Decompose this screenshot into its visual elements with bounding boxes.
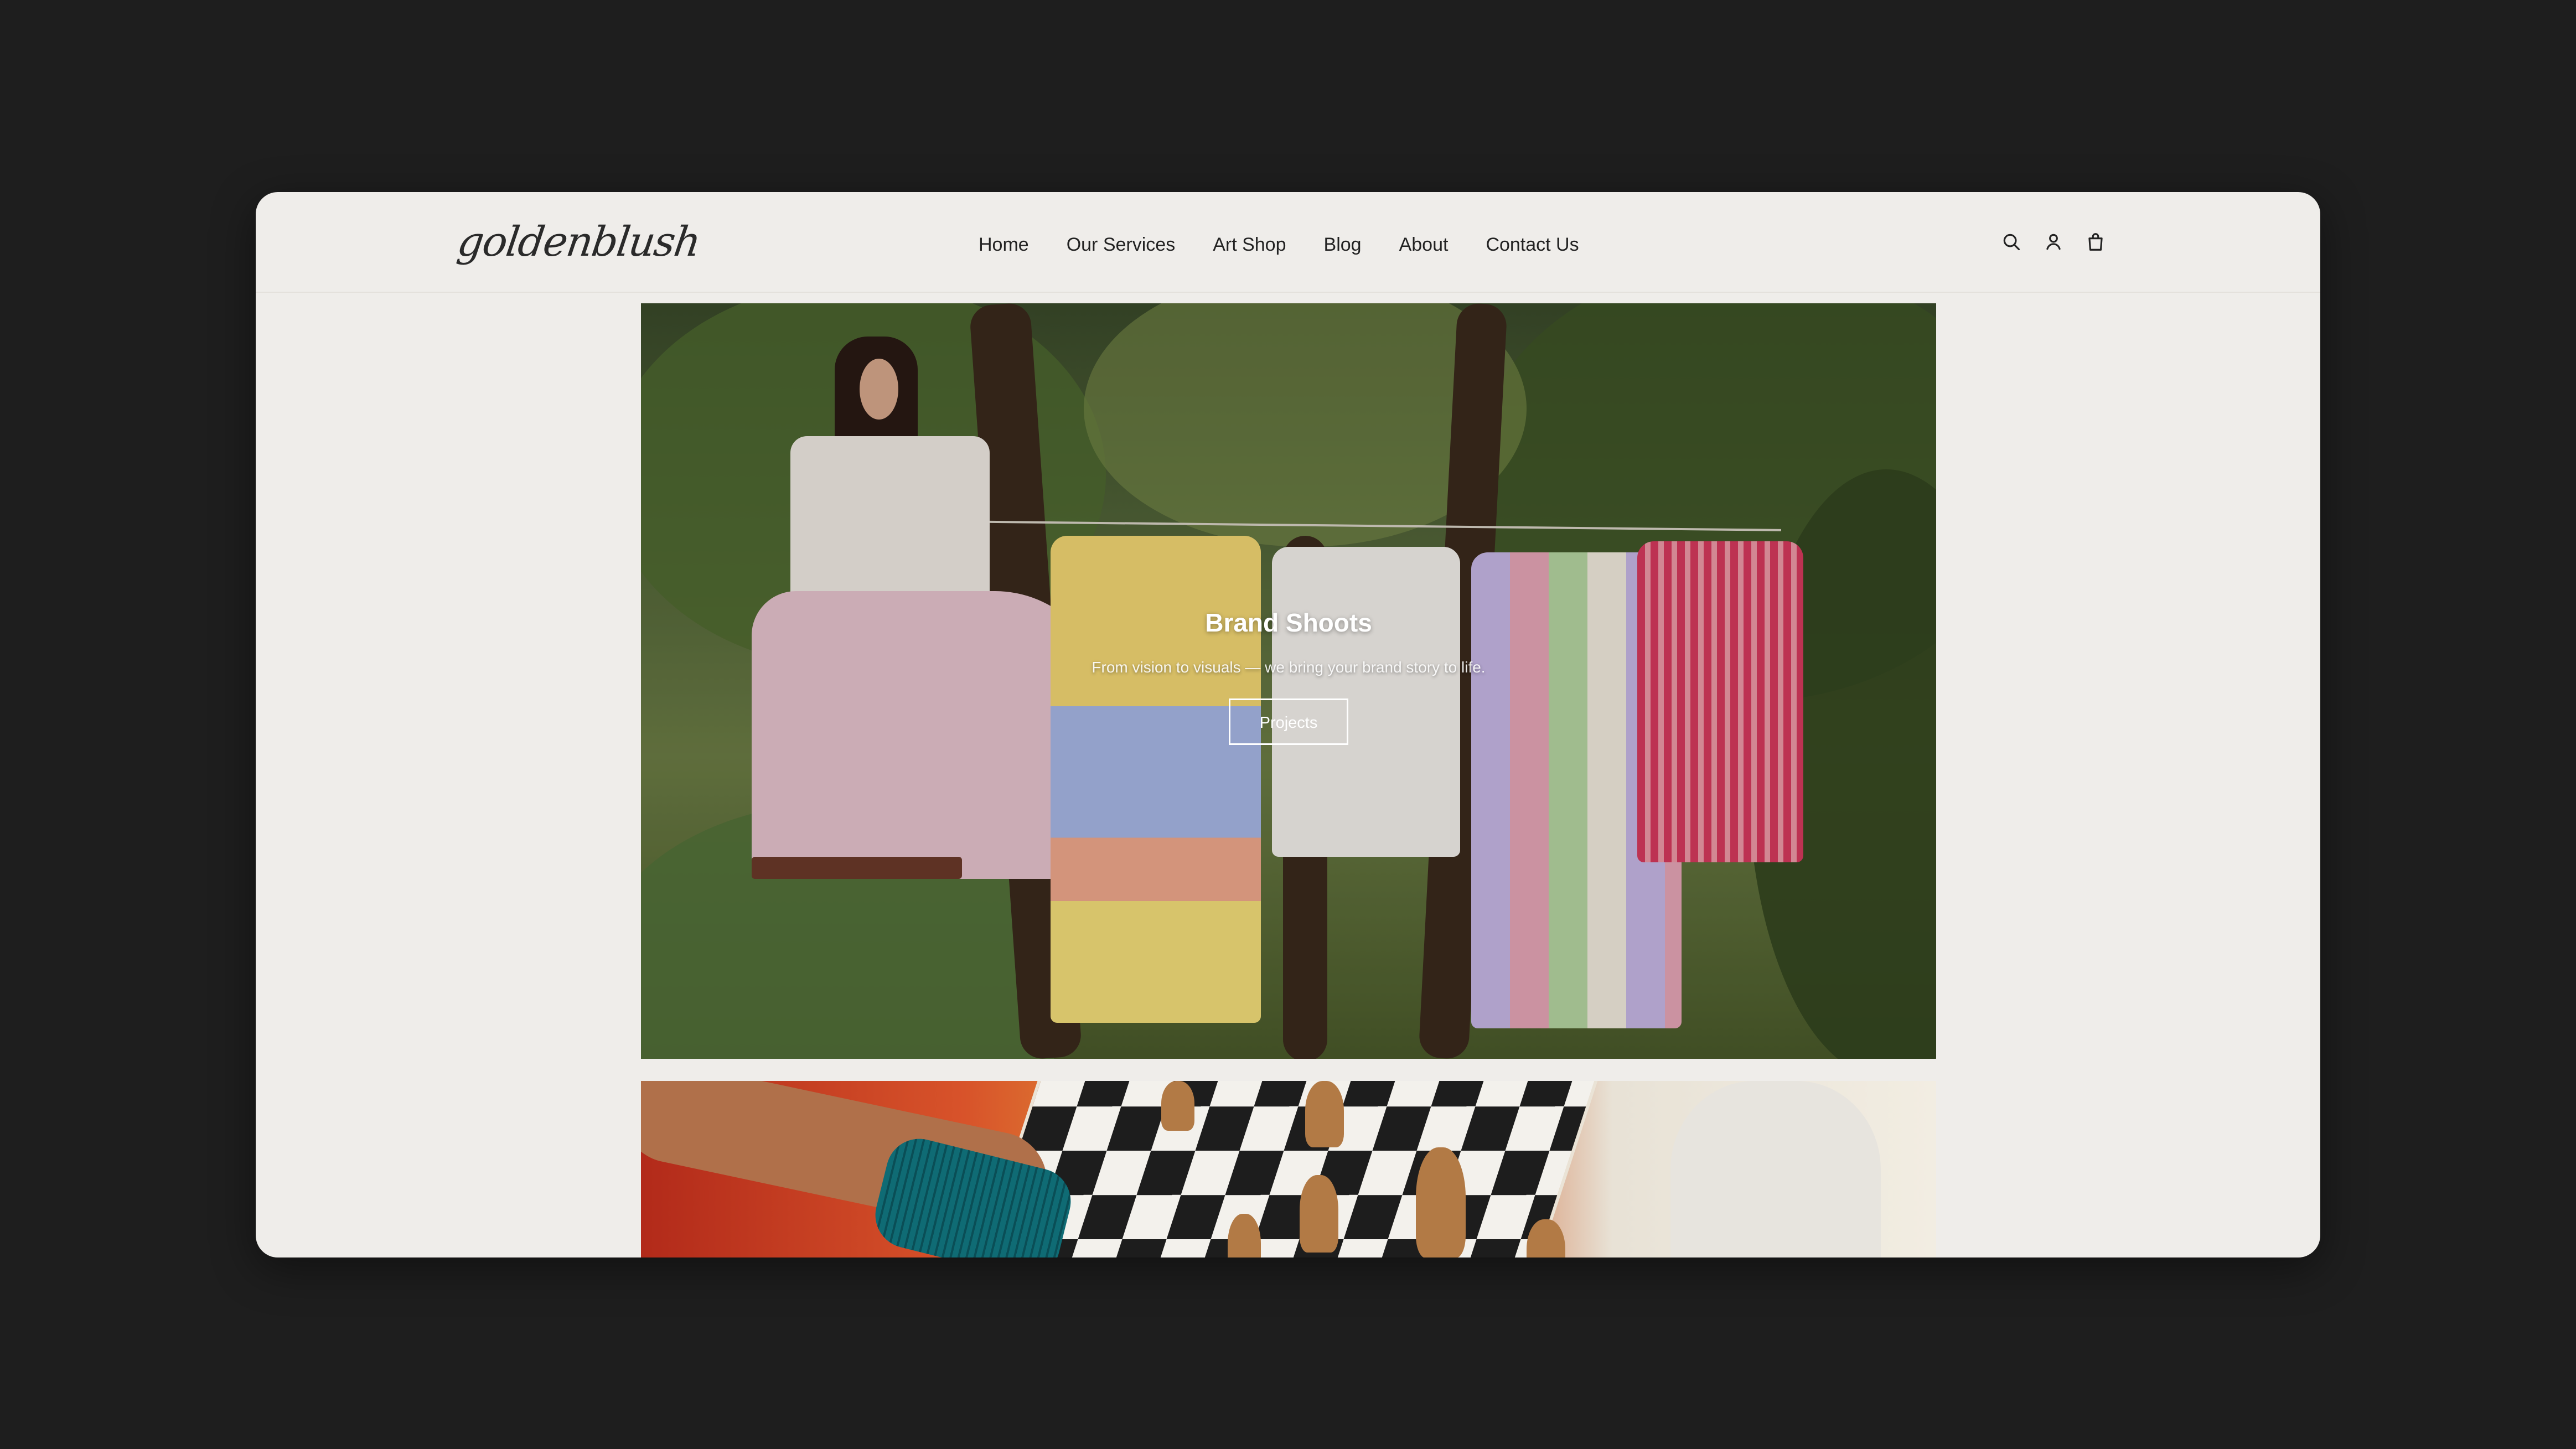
- cart-icon[interactable]: [2083, 230, 2108, 254]
- nav-blog[interactable]: Blog: [1324, 234, 1362, 256]
- nav-our-services[interactable]: Our Services: [1067, 234, 1176, 256]
- hero-content: Brand Shoots From vision to visuals — we…: [641, 608, 1936, 745]
- main-nav: Home Our Services Art Shop Blog About Co…: [979, 231, 1579, 258]
- account-icon[interactable]: [2041, 230, 2066, 254]
- hero-title: Brand Shoots: [1205, 608, 1372, 637]
- projects-button[interactable]: Projects: [1229, 698, 1348, 745]
- site-header: goldenblush Home Our Services Art Shop B…: [256, 192, 2320, 293]
- header-icons: [1999, 230, 2108, 254]
- chess-piece: [1416, 1147, 1466, 1257]
- chess-piece: [1305, 1081, 1344, 1147]
- nav-home[interactable]: Home: [979, 234, 1029, 256]
- search-icon[interactable]: [1999, 230, 2024, 254]
- browser-window: goldenblush Home Our Services Art Shop B…: [256, 192, 2320, 1257]
- secondary-image: [641, 1081, 1936, 1257]
- chess-piece: [1161, 1081, 1194, 1131]
- site-logo[interactable]: goldenblush: [454, 214, 703, 270]
- chess-piece: [1300, 1175, 1338, 1253]
- hero-subtitle: From vision to visuals — we bring your b…: [1092, 659, 1486, 676]
- cushion: [1670, 1081, 1881, 1257]
- nav-contact-us[interactable]: Contact Us: [1486, 234, 1579, 256]
- logo-wordmark: goldenblush: [454, 218, 703, 266]
- nav-art-shop[interactable]: Art Shop: [1213, 234, 1286, 256]
- hero-banner: Brand Shoots From vision to visuals — we…: [641, 303, 1936, 1059]
- nav-about[interactable]: About: [1399, 234, 1449, 256]
